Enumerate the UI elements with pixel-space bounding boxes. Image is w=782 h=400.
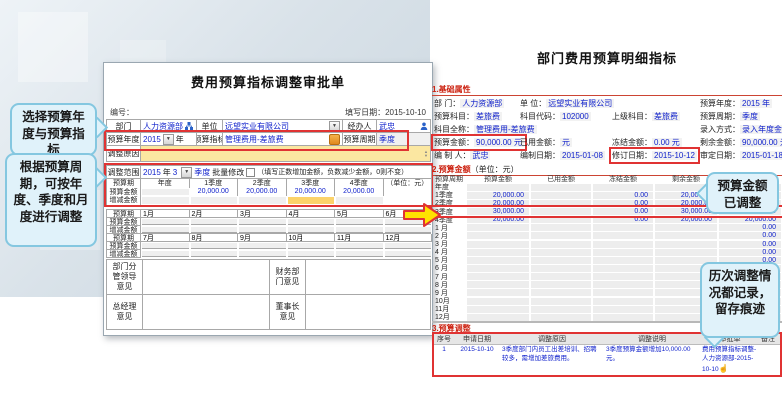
change-input-cell[interactable] [336,197,383,204]
adjust-date: 2015-10-10 [454,345,500,356]
adjust-note: 3季度预算金额增加10,000.00元。 [604,345,700,365]
budget-table-row: 4季度 20,000.00 0.00 20,000.00 20,000.00 [432,216,782,224]
dept-value: 人力资源部 [460,99,504,108]
dept-leader-opinion-input[interactable] [143,260,270,295]
month-table-2: 预算期 7月 8月 9月 10月 11月 12月 预算金额 增减金额 [106,233,431,258]
used-amount-value: 元 [560,138,572,147]
chairman-opinion-input[interactable] [306,295,431,330]
annotation-red-box-adjust-table: 序号申请日期调整原因调整说明审批单备注 1 2015-10-10 3季度部门内员… [432,332,782,377]
adjust-table-row: 1 2015-10-10 3季度部门内员工出差培训、招聘较多，需增加差旅费用。 … [434,345,780,375]
callout-amount-adjusted: 预算金额已调整 [706,172,779,214]
create-date-value: 2015-01-08 [560,151,605,160]
fullname-value: 管理费用-差旅费 [474,125,537,134]
audit-date-value: 2015-01-18 [740,151,782,160]
chevron-down-icon[interactable]: ▼ [181,167,192,178]
fill-date: 填写日期：2015-10-10 [345,107,426,118]
batch-modify-checkbox[interactable] [246,168,255,177]
annotation-red-box-scope-table: 调整范围 2015 年 3 ▼ 季度 批量修改 （填写正数增加金额，负数减少金额… [104,163,433,207]
adjust-seq: 1 [434,345,454,356]
remain-amount-value: 90,000.00 元 [740,138,782,147]
scope-note: （填写正数增加金额，负数减少金额，0则不变） [257,167,408,177]
basic-line-3: 科目全称：管理费用-差旅费 录入方式：录入年度金额均分 [432,124,782,137]
opinion-table: 部门分管领导意见 财务部门意见 总经理意见 董事长意见 [106,259,431,330]
detail-panel-title: 部门费用预算明细指标 [432,48,782,67]
annotation-red-box-year-indicator [104,130,409,151]
gm-opinion-label: 总经理意见 [107,295,143,330]
change-input-cell[interactable] [336,251,383,257]
period-value: 季度 [740,112,760,121]
year-value: 2015 年 [740,99,772,108]
unit-value: 远望实业有限公司 [546,99,614,108]
adjust-doc-link[interactable]: 费用预算指标调整-人力资源部-2015-10-10☝ [700,345,760,375]
creator-value: 武忠 [470,151,490,160]
basic-line-1: 部 门：人力资源部 单 位：远望实业有限公司 预算年度：2015 年 [432,98,782,111]
unit-note: （单位：元） [384,179,433,188]
basic-line-4: 预算金额：90,000.00 元 已用金额：元 冻结金额：0.00 元 剩余金额… [432,137,782,150]
quarter-budget-table: 预算期 年度 1季度 2季度 3季度 4季度 （单位：元） 预算金额 20,00… [106,179,431,205]
annotation-red-box-budget-amount: 预算金额：90,000.00 元 [434,137,524,148]
annotation-red-box-revise-date: 修订日期：2015-10-12 [612,150,697,161]
budget-amount-value: 90,000.00 元 [474,138,524,147]
change-row-label: 增减金额 [107,196,141,205]
budget-table-row: 4 月 0.00 [432,248,782,256]
budget-table-row: 1 月 0.00 [432,224,782,232]
adjust-reason: 3季度部门内员工出差培训、招聘较多，需增加差旅费用。 [500,345,604,365]
change-input-cell[interactable] [288,251,335,257]
yellow-arrow-icon [402,202,442,228]
budget-table-row: 2 月 0.00 [432,232,782,240]
change-input-cell[interactable] [239,197,286,204]
person-icon [420,122,428,130]
hand-cursor-icon: ☝ [719,364,729,373]
change-input-cell[interactable] [142,251,189,257]
doc-number-label: 编号： [110,107,134,118]
frozen-amount-value: 0.00 元 [652,138,682,147]
chairman-opinion-label: 董事长意见 [270,295,306,330]
change-input-cell[interactable] [191,197,238,204]
change-input-cell[interactable] [191,251,238,257]
gm-opinion-input[interactable] [143,295,270,330]
parent-subject-value: 差旅费 [652,112,680,121]
adjust-remark [760,345,776,347]
month-table-1: 预算期 1月 2月 3月 4月 5月 6月 预算金额 增减金额 [106,209,431,234]
change-input-cell[interactable] [239,251,286,257]
approval-form-window: 费用预算指标调整审批单 编号： 填写日期：2015-10-10 部门 人力资源部… [103,62,433,336]
callout-adjust-period: 根据预算周期，可按年度、季度和月度进行调整 [5,153,97,247]
slide-canvas: 费用预算指标调整审批单 编号： 填写日期：2015-10-10 部门 人力资源部… [0,0,782,400]
code-value: 102000 [560,112,591,121]
adjust-scope-label: 调整范围 [107,166,141,179]
entry-mode-value: 录入年度金额均分 [740,125,782,134]
finance-opinion-input[interactable] [306,260,431,295]
section-basic-header: 1.基础属性 [432,84,782,96]
revise-date-value: 2015-10-12 [652,151,697,160]
dept-leader-opinion-label: 部门分管领导意见 [107,260,143,295]
org-icon [185,122,193,130]
form-meta-row: 编号： 填写日期：2015-10-10 [110,107,426,118]
subject-value: 差旅费 [474,112,502,121]
change-input-cell[interactable] [142,197,189,204]
budget-table-row: 3 月 0.00 [432,240,782,248]
change-input-cell[interactable] [385,251,432,257]
change-input-cell-selected[interactable] [288,197,335,204]
callout-history-recorded: 历次调整情况都记录，留存痕迹 [700,262,780,338]
period-row-label: 预算期 [107,179,141,188]
callout-select-year: 选择预算年度与预算指标 [10,103,97,156]
finance-opinion-label: 财务部门意见 [270,260,306,295]
adjust-scope-field: 2015 年 3 ▼ 季度 批量修改 （填写正数增加金额，负数减少金额，0则不变… [141,166,432,179]
spinner-icon[interactable]: ▲▼ [424,150,428,158]
approval-form-title: 费用预算指标调整审批单 [104,72,432,91]
basic-line-2: 预算科目：差旅费 科目代码：102000 上级科目：差旅费 预算周期：季度 [432,111,782,124]
adjust-scope-row: 调整范围 2015 年 3 ▼ 季度 批量修改 （填写正数增加金额，负数减少金额… [106,165,431,179]
basic-line-5: 编 制 人：武忠 编制日期：2015-01-08 修订日期：2015-10-12… [432,150,782,163]
budget-row-label: 预算金额 [107,188,141,197]
batch-modify-label: 批量修改 [212,167,244,178]
